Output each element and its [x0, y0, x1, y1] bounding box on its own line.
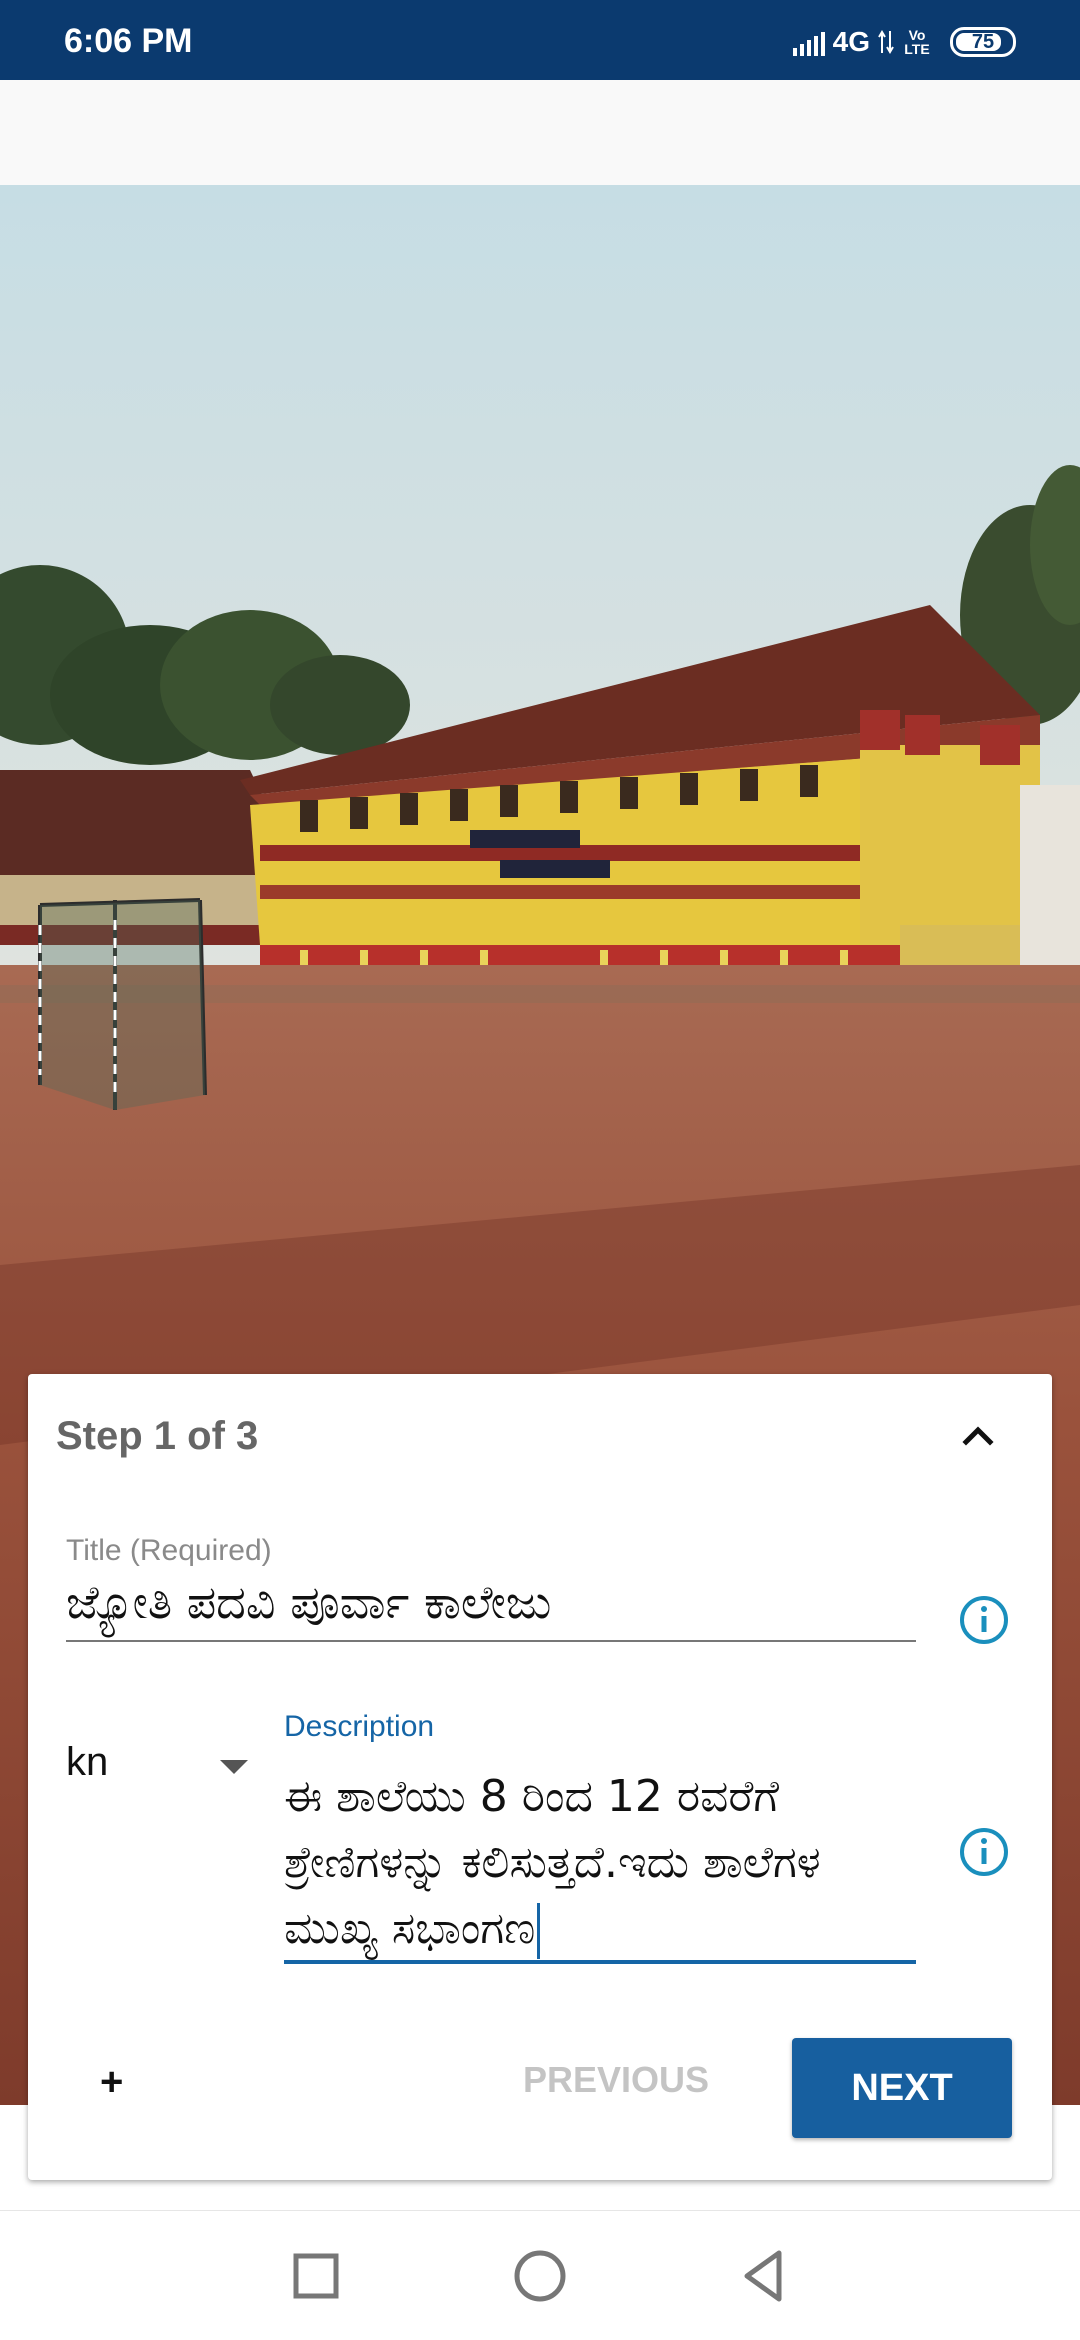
language-dropdown[interactable]: kn — [66, 1734, 256, 1794]
status-icons: 4G Vo LTE 75 — [792, 24, 1016, 60]
app-bar — [0, 80, 1080, 185]
chevron-up-icon[interactable] — [952, 1410, 1004, 1462]
back-icon[interactable] — [729, 2241, 799, 2311]
text-cursor — [537, 1903, 541, 1959]
battery-icon: 75 — [950, 27, 1016, 57]
description-label: Description — [284, 1710, 435, 1743]
network-type: 4G — [832, 26, 870, 57]
info-icon[interactable] — [958, 1594, 1010, 1646]
battery-level: 75 — [971, 30, 995, 53]
dropdown-arrow-icon — [220, 1760, 248, 1774]
volte-indicator: Vo LTE — [904, 27, 930, 57]
add-description-button[interactable]: + — [100, 2060, 123, 2105]
recents-icon[interactable] — [281, 2241, 351, 2311]
info-icon[interactable] — [958, 1826, 1010, 1878]
upload-form-card: Step 1 of 3 Title (Required) ಜ್ಯೋತಿ ಪದವಿ… — [28, 1374, 1052, 2180]
step-indicator: Step 1 of 3 — [56, 1414, 259, 1458]
title-label: Title (Required) — [66, 1534, 272, 1567]
status-bar: 6:06 PM 4G Vo LTE 75 — [0, 0, 1080, 80]
status-time: 6:06 PM — [64, 22, 193, 60]
data-arrows-icon — [878, 30, 894, 54]
description-field[interactable]: ಈ ಶಾಲೆಯು 8 ರಿಂದ 12 ರವರೆಗೆ ಶ್ರೇಣಿಗಳನ್ನು ಕ… — [284, 1764, 916, 1964]
description-text: ಈ ಶಾಲೆಯು 8 ರಿಂದ 12 ರವರೆಗೆ ಶ್ರೇಣಿಗಳನ್ನು ಕ… — [284, 1771, 835, 1954]
signal-icon — [792, 28, 825, 56]
title-field[interactable]: ಜ್ಯೋತಿ ಪದವಿ ಪೂರ್ವಾ ಕಾಲೇಜು — [66, 1570, 916, 1642]
system-nav-bar — [0, 2210, 1080, 2340]
language-value: kn — [66, 1740, 109, 1784]
previous-button[interactable]: PREVIOUS — [496, 2038, 736, 2122]
home-icon[interactable] — [505, 2241, 575, 2311]
next-button[interactable]: NEXT — [792, 2038, 1012, 2138]
